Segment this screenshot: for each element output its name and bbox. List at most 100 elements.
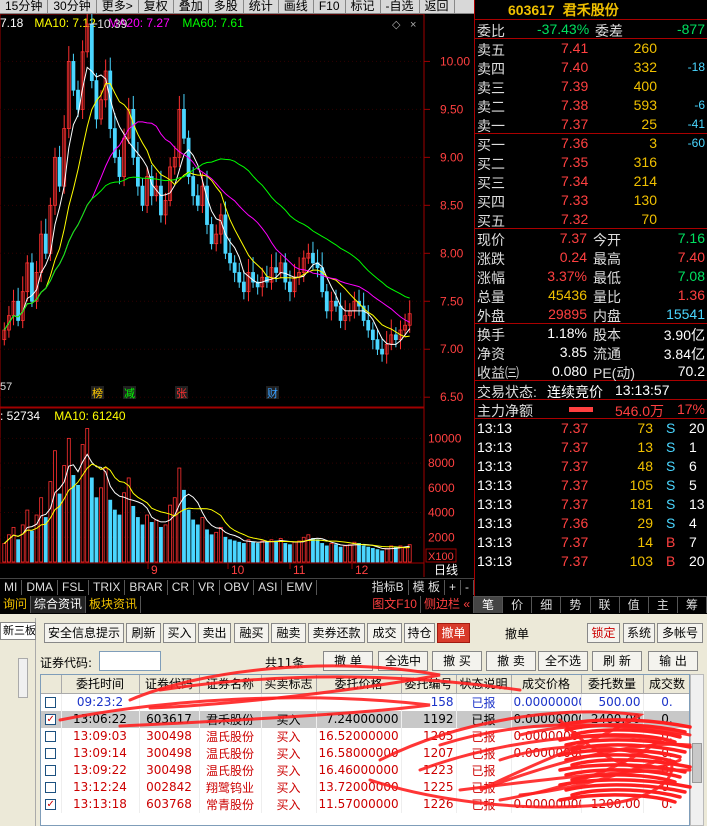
indicator-tab-asi[interactable]: ASI xyxy=(254,579,283,595)
order-checkbox-cell[interactable] xyxy=(41,727,62,745)
order-row[interactable]: 13:09:14 300498 温氏股份 买入 16.58000000 1207 已报 0.0… xyxy=(41,744,689,762)
info-tab-right-1[interactable]: 侧边栏 « xyxy=(421,596,474,613)
column-header-6[interactable]: 委托编号 xyxy=(401,675,457,694)
order-checkbox-cell[interactable] xyxy=(41,693,62,711)
quote-tab-7[interactable]: 筹 xyxy=(678,597,707,613)
order-checkbox-cell[interactable]: ✓ xyxy=(41,795,62,813)
trade-button-2[interactable]: 买入 xyxy=(163,623,196,643)
order-row[interactable]: 13:12:24 002842 翔鹭钨业 买入 13.72000000 1225 已报 0. xyxy=(41,778,689,796)
cancel-button-0[interactable]: 撤 单 xyxy=(323,651,373,671)
trade-button-9[interactable]: 撤单 xyxy=(437,623,470,643)
trade-button-8[interactable]: 持仓 xyxy=(404,623,435,643)
indicator-tab-cr[interactable]: CR xyxy=(168,579,195,595)
toolbar-item-1[interactable]: 30分钟 xyxy=(48,0,97,13)
grid-scrollbar[interactable] xyxy=(690,674,704,826)
toolbar-item-9[interactable]: 标记 xyxy=(346,0,381,13)
trade-button-12[interactable]: 系统 xyxy=(623,623,655,643)
toolbar-item-10[interactable]: -自选 xyxy=(381,0,420,13)
trade-button-0[interactable]: 安全信息提示 xyxy=(44,623,124,643)
order-checkbox-cell[interactable] xyxy=(41,778,62,796)
trade-button-11[interactable]: 锁定 xyxy=(587,623,620,643)
indicator-tab-dma[interactable]: DMA xyxy=(22,579,59,595)
trade-button-6[interactable]: 卖券还款 xyxy=(308,623,365,643)
checkbox-checked-icon[interactable]: ✓ xyxy=(45,714,57,725)
column-header-2[interactable]: 证券代码 xyxy=(139,675,200,694)
order-row[interactable]: 13:09:22 300498 温氏股份 买入 16.46000000 1223 已报 0. xyxy=(41,761,689,779)
column-header-0[interactable] xyxy=(41,675,62,694)
checkbox-icon[interactable] xyxy=(45,782,57,793)
cancel-button-3[interactable]: 撤 卖 xyxy=(486,651,536,671)
info-tab-right-0[interactable]: 图文F10 xyxy=(369,596,421,613)
scrollbar-thumb[interactable] xyxy=(692,743,702,783)
column-header-4[interactable]: 买卖标志 xyxy=(261,675,317,694)
cancel-button-4[interactable]: 全不选 xyxy=(538,651,588,671)
side-scrollbar[interactable] xyxy=(18,658,28,698)
quote-tab-4[interactable]: 联 xyxy=(591,597,620,613)
quote-tab-6[interactable]: 主 xyxy=(649,597,678,613)
toolbar-item-8[interactable]: F10 xyxy=(314,0,346,13)
toolbar-item-7[interactable]: 画线 xyxy=(279,0,314,13)
info-tab-1[interactable]: 综合资讯 xyxy=(31,596,87,613)
cancel-button-1[interactable]: 全选中 xyxy=(378,651,428,671)
quote-tab-5[interactable]: 值 xyxy=(620,597,649,613)
indicator-control-0[interactable]: 指标B xyxy=(368,579,409,595)
order-row[interactable]: ✓ 13:13:18 603768 常青股份 买入 11.57000000 1226 已报 0.… xyxy=(41,795,689,813)
toolbar-item-11[interactable]: 返回 xyxy=(420,0,455,13)
kline-chart[interactable]: 10.00 9.50 9.00 8.50 8.00 7.50 7.00 6.50 7.18 MA1… xyxy=(0,14,474,577)
checkbox-icon[interactable] xyxy=(45,748,57,759)
order-checkbox-cell[interactable]: ✓ xyxy=(41,710,62,728)
indicator-control-3[interactable]: - xyxy=(461,579,474,595)
toolbar-item-6[interactable]: 统计 xyxy=(244,0,279,13)
trade-button-1[interactable]: 刷新 xyxy=(126,623,161,643)
cancel-button-5[interactable]: 刷 新 xyxy=(592,651,642,671)
toolbar-item-2[interactable]: 更多> xyxy=(97,0,139,13)
quote-tab-1[interactable]: 价 xyxy=(503,597,533,613)
trade-button-3[interactable]: 卖出 xyxy=(198,623,231,643)
bid-row-5[interactable]: 买五 7.32 70 xyxy=(475,210,707,229)
column-header-5[interactable]: 委托价格 xyxy=(316,675,402,694)
toolbar-item-0[interactable]: 15分钟 xyxy=(0,0,49,13)
column-header-9[interactable]: 委托数量 xyxy=(581,675,644,694)
indicator-tab-brar[interactable]: BRAR xyxy=(125,579,168,595)
order-row[interactable]: ✓ 13:06:22 603617 君禾股份 买入 7.24000000 1192 已报 0.0… xyxy=(41,710,689,728)
trade-button-4[interactable]: 融买 xyxy=(234,623,269,643)
indicator-tab-vr[interactable]: VR xyxy=(194,579,220,595)
trade-button-13[interactable]: 多帐号 xyxy=(657,623,703,643)
indicator-control-1[interactable]: 模 板 xyxy=(409,579,445,595)
indicator-tab-obv[interactable]: OBV xyxy=(220,579,255,595)
bid-row-3[interactable]: 买三 7.34 214 xyxy=(475,172,707,191)
checkbox-icon[interactable] xyxy=(45,765,57,776)
checkbox-icon[interactable] xyxy=(45,731,57,742)
ask-row-5[interactable]: 卖一 7.37 25 -41 xyxy=(475,115,707,134)
bid-row-2[interactable]: 买二 7.35 316 xyxy=(475,153,707,172)
order-row[interactable]: 13:09:03 300498 温氏股份 买入 16.52000000 1205 已报 0.0… xyxy=(41,727,689,745)
trade-button-7[interactable]: 成交 xyxy=(367,623,402,643)
indicator-tab-fsl[interactable]: FSL xyxy=(58,579,90,595)
code-input[interactable] xyxy=(99,651,161,671)
ask-row-3[interactable]: 卖三 7.39 400 xyxy=(475,77,707,96)
order-checkbox-cell[interactable] xyxy=(41,744,62,762)
toolbar-item-4[interactable]: 叠加 xyxy=(174,0,209,13)
checkbox-checked-icon[interactable]: ✓ xyxy=(45,799,57,810)
column-header-1[interactable]: 委托时间 xyxy=(61,675,140,694)
tab-new-third-board[interactable]: 新三板 xyxy=(0,622,36,640)
column-header-10[interactable]: 成交数 xyxy=(643,675,689,694)
column-header-7[interactable]: 状态说明 xyxy=(456,675,512,694)
ask-row-4[interactable]: 卖二 7.38 593 -6 xyxy=(475,96,707,115)
indicator-tab-mi[interactable]: MI xyxy=(0,579,23,595)
quote-tab-0[interactable]: 笔 xyxy=(474,597,504,613)
info-tab-2[interactable]: 板块资讯 xyxy=(86,596,142,613)
cancel-button-6[interactable]: 输 出 xyxy=(648,651,698,671)
ask-row-2[interactable]: 卖四 7.40 332 -18 xyxy=(475,58,707,77)
checkbox-icon[interactable] xyxy=(45,697,57,708)
cancel-button-2[interactable]: 撤 买 xyxy=(432,651,482,671)
indicator-control-2[interactable]: + xyxy=(445,579,461,595)
column-header-3[interactable]: 证券名称 xyxy=(199,675,262,694)
quote-tab-2[interactable]: 细 xyxy=(532,597,562,613)
indicator-tab-trix[interactable]: TRIX xyxy=(89,579,126,595)
toolbar-item-5[interactable]: 多股 xyxy=(209,0,244,13)
info-tab-0[interactable]: 询问 xyxy=(0,596,32,613)
column-header-8[interactable]: 成交价格 xyxy=(511,675,582,694)
trade-button-5[interactable]: 融卖 xyxy=(271,623,306,643)
indicator-tab-emv[interactable]: EMV xyxy=(282,579,318,595)
